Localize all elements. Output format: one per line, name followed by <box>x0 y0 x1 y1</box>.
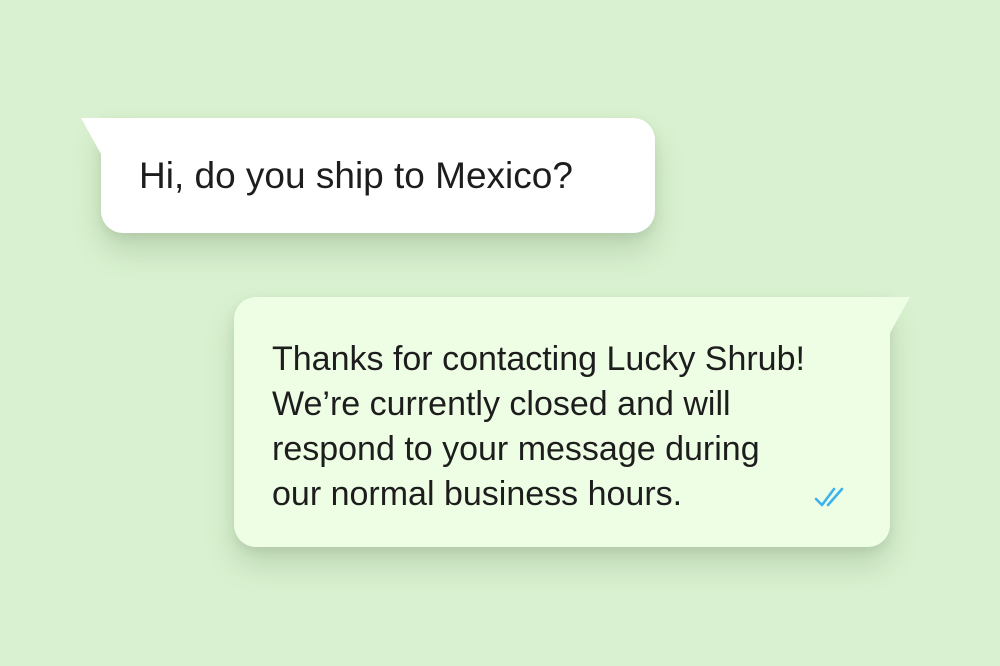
chat-canvas: Hi, do you ship to Mexico? Thanks for co… <box>0 0 1000 666</box>
outgoing-message-line: Thanks for contacting Lucky Shrub! <box>272 340 805 378</box>
outgoing-message-bubble: Thanks for contacting Lucky Shrub! We’re… <box>234 297 910 547</box>
incoming-message-bubble: Hi, do you ship to Mexico? <box>81 118 655 233</box>
incoming-message-text: Hi, do you ship to Mexico? <box>139 155 573 196</box>
outgoing-message-line: We’re currently closed and will <box>272 385 731 423</box>
outgoing-bubble-tail <box>890 297 910 333</box>
double-check-read-icon <box>814 487 844 507</box>
outgoing-message-text: Thanks for contacting Lucky Shrub! We’re… <box>272 337 805 517</box>
outgoing-message-line: our normal business hours. <box>272 475 683 513</box>
outgoing-message-line: respond to your message during <box>272 430 760 468</box>
incoming-bubble-tail <box>81 118 101 154</box>
